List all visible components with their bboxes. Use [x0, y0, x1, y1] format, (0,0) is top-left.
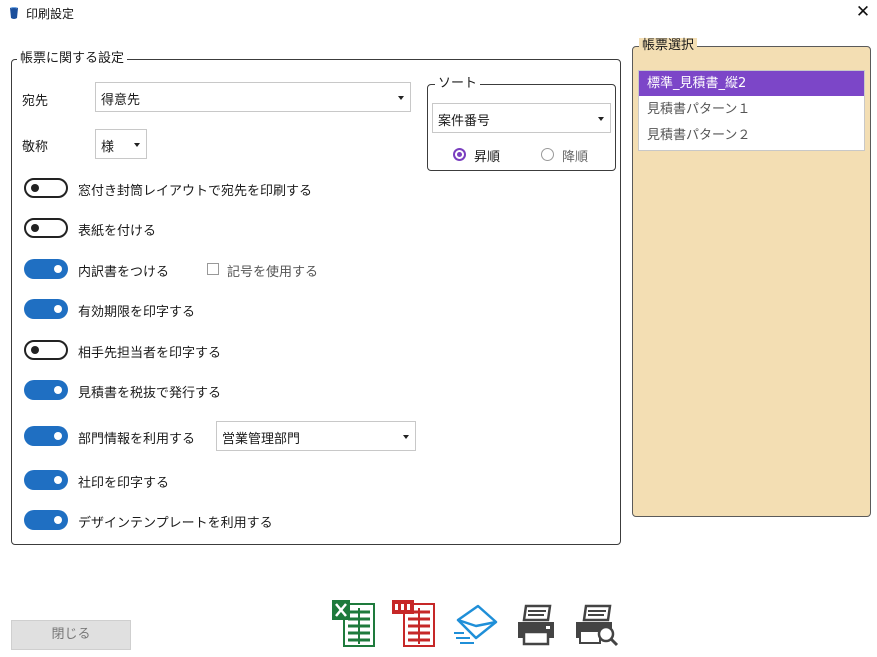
chevron-down-icon [598, 117, 604, 121]
honorific-value: 様 [101, 140, 115, 155]
toggle-knob [54, 432, 62, 440]
form-list[interactable]: 標準_見積書_縦2 見積書パターン１ 見積書パターン２ [638, 70, 865, 151]
use-symbol-label: 記号を使用する [227, 265, 319, 280]
excel-export-icon[interactable] [330, 598, 378, 650]
contact-person-toggle[interactable] [24, 340, 68, 360]
recipient-label: 宛先 [22, 94, 49, 109]
department-value: 営業管理部門 [222, 432, 301, 447]
chevron-down-icon [134, 143, 140, 147]
toggle-knob [31, 346, 39, 354]
cover-page-toggle[interactable] [24, 218, 68, 238]
toggle-knob [54, 305, 62, 313]
recipient-value: 得意先 [101, 93, 141, 108]
window-envelope-label: 窓付き封筒レイアウトで宛先を印刷する [78, 184, 313, 199]
sort-legend: ソート [435, 76, 481, 92]
honorific-label: 敬称 [22, 140, 49, 155]
form-list-item[interactable]: 見積書パターン１ [639, 97, 864, 122]
window-envelope-toggle[interactable] [24, 178, 68, 198]
company-seal-label: 社印を印字する [78, 476, 170, 491]
sort-ascending-label: 昇順 [474, 150, 501, 165]
window-title: 印刷設定 [26, 7, 75, 21]
breakdown-toggle[interactable] [24, 259, 68, 279]
tax-excluded-label: 見積書を税抜で発行する [78, 386, 222, 401]
department-toggle[interactable] [24, 426, 68, 446]
design-template-label: デザインテンプレートを利用する [78, 516, 273, 531]
honorific-select[interactable]: 様 [95, 129, 147, 159]
company-seal-toggle[interactable] [24, 470, 68, 490]
close-icon[interactable]: ✕ [852, 2, 874, 22]
form-list-item[interactable]: 標準_見積書_縦2 [639, 71, 864, 96]
expiry-date-label: 有効期限を印字する [78, 305, 196, 320]
sort-select[interactable]: 案件番号 [432, 103, 611, 133]
toggle-knob [54, 265, 62, 273]
chevron-down-icon [403, 435, 409, 439]
recipient-select[interactable]: 得意先 [95, 82, 411, 112]
form-list-item[interactable]: 見積書パターン２ [639, 123, 864, 148]
sort-ascending-radio[interactable] [453, 148, 466, 161]
close-button[interactable]: 閉じる [11, 620, 131, 650]
title-bar: 印刷設定 ✕ [0, 0, 877, 26]
print-icon[interactable] [512, 598, 560, 650]
expiry-date-toggle[interactable] [24, 299, 68, 319]
department-select[interactable]: 営業管理部門 [216, 421, 416, 451]
toggle-knob [54, 516, 62, 524]
toggle-knob [31, 224, 39, 232]
use-symbol-checkbox[interactable] [207, 263, 219, 275]
chevron-down-icon [398, 96, 404, 100]
app-icon [10, 7, 18, 19]
department-label: 部門情報を利用する [78, 432, 196, 447]
sort-descending-label: 降順 [562, 150, 589, 165]
pdf-export-icon[interactable] [390, 598, 438, 650]
tax-excluded-toggle[interactable] [24, 380, 68, 400]
toggle-knob [54, 476, 62, 484]
toggle-knob [54, 386, 62, 394]
report-settings-legend: 帳票に関する設定 [17, 51, 128, 67]
contact-person-label: 相手先担当者を印字する [78, 346, 222, 361]
form-select-legend: 帳票選択 [639, 38, 698, 54]
sort-descending-radio[interactable] [541, 148, 554, 161]
toggle-knob [31, 184, 39, 192]
email-send-icon[interactable] [452, 598, 500, 650]
sort-value: 案件番号 [438, 114, 491, 129]
design-template-toggle[interactable] [24, 510, 68, 530]
print-preview-icon[interactable] [572, 598, 620, 650]
breakdown-label: 内訳書をつける [78, 265, 170, 280]
cover-page-label: 表紙を付ける [78, 224, 157, 239]
